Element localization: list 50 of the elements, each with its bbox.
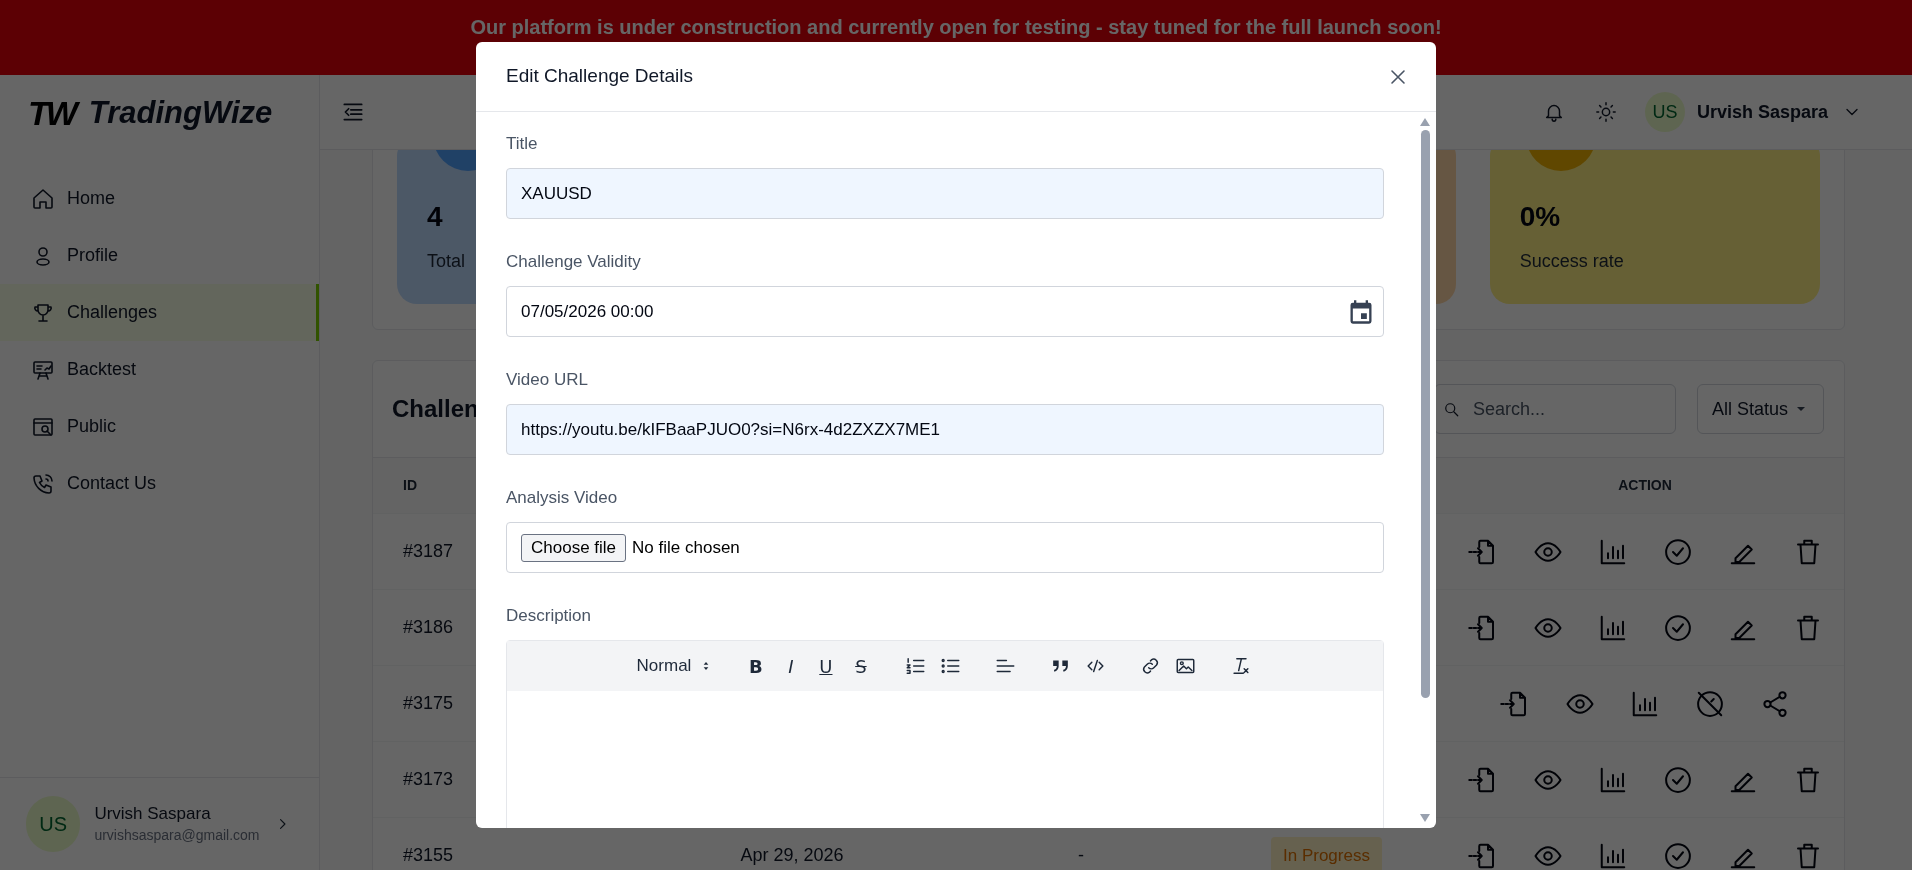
input-field[interactable]: https://youtu.be/kIFBaaPJUO0?si=N6rx-4d2ZXZX7ME1 xyxy=(506,404,1384,455)
scroll-down-icon[interactable] xyxy=(1420,814,1430,822)
field-label: Analysis Video xyxy=(506,488,619,508)
field-label: Challenge Validity xyxy=(506,252,642,272)
input-field[interactable]: 07/05/2026 00:00 xyxy=(506,286,1384,337)
field-label: Description xyxy=(506,606,593,626)
check-circle-icon[interactable] xyxy=(1662,764,1693,795)
table-title: Challen xyxy=(392,394,479,424)
user-avatar: US xyxy=(26,796,81,852)
field-label: Title xyxy=(506,134,539,154)
format-button[interactable]: I xyxy=(778,653,804,679)
sun-icon[interactable] xyxy=(1594,101,1617,123)
format-button[interactable]: B xyxy=(743,653,769,679)
column-header: ID xyxy=(402,476,418,495)
user-name: Urvish Saspara xyxy=(94,803,212,825)
status-badge: In Progress xyxy=(1271,836,1382,870)
heading-select[interactable]: Normal xyxy=(636,653,714,679)
check-circle-icon[interactable] xyxy=(1662,840,1693,870)
file-input[interactable]: Choose file No file chosen xyxy=(506,522,1384,573)
logo-text: TradingWize xyxy=(88,95,273,130)
dialog-title: Edit Challenge Details xyxy=(506,64,693,89)
check-circle-icon[interactable] xyxy=(1662,536,1693,567)
check-circle-icon[interactable] xyxy=(1662,612,1693,643)
table-cell-text: - xyxy=(1078,844,1084,867)
format-button[interactable]: S xyxy=(848,653,874,679)
table-cell-text: #3175 xyxy=(403,692,454,715)
scroll-up-icon[interactable] xyxy=(1420,118,1430,126)
format-button[interactable]: U xyxy=(813,653,839,679)
phone-icon xyxy=(31,471,55,496)
input-field[interactable]: XAUUSD xyxy=(506,168,1384,219)
field-label: Video URL xyxy=(506,370,589,390)
search-field[interactable]: Search... xyxy=(1434,384,1676,434)
table-cell-text: Apr 29, 2026 xyxy=(740,844,844,867)
choose-file-button[interactable]: Choose file xyxy=(521,533,627,562)
column-header: ACTION xyxy=(1618,476,1672,495)
announcement-text: Our platform is under construction and currently open for testing - stay tuned for the full launch soon! xyxy=(470,16,1442,38)
stat-value: 4 xyxy=(427,200,443,234)
table-cell-text: #3155 xyxy=(403,844,454,867)
table-cell-text: #3173 xyxy=(403,768,454,791)
stat-label: Total xyxy=(427,250,466,272)
home-icon xyxy=(31,186,55,211)
file-status: No file chosen xyxy=(632,536,740,559)
circle-slash-icon[interactable] xyxy=(1695,688,1725,719)
stat-value: 0% xyxy=(1519,200,1561,234)
stat-label: Success rate xyxy=(1519,250,1624,272)
user-email: urvishsaspara@gmail.com xyxy=(94,826,260,845)
share-icon[interactable] xyxy=(1760,688,1790,719)
table-cell-text: #3187 xyxy=(403,540,454,563)
table-cell-text: #3186 xyxy=(403,616,454,639)
search-icon xyxy=(1442,400,1460,418)
